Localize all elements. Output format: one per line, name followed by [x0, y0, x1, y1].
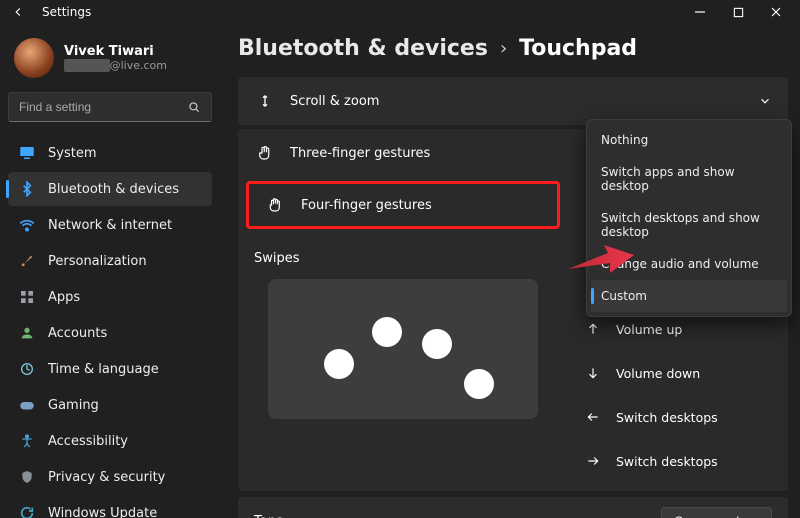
bluetooth-icon [18, 180, 36, 198]
sidebar-item-label: Accounts [48, 326, 107, 341]
action-label: Volume up [616, 322, 682, 337]
search-icon [187, 100, 201, 114]
settings-window: Settings Vivek Tiwari xxxxxxx@live.com [0, 0, 800, 518]
apps-icon [18, 288, 36, 306]
update-icon [18, 504, 36, 518]
gesture-section: Three-finger gestures Four-finger gestur… [238, 129, 788, 491]
hand-four-icon [265, 194, 287, 216]
breadcrumb-parent[interactable]: Bluetooth & devices [238, 36, 488, 61]
sidebar-item-accessibility[interactable]: Accessibility [8, 424, 212, 458]
taps-row: Taps Open search [238, 497, 788, 518]
sidebar-item-system[interactable]: System [8, 136, 212, 170]
sidebar-item-label: Gaming [48, 398, 99, 413]
minimize-button[interactable] [694, 6, 706, 18]
sidebar-item-apps[interactable]: Apps [8, 280, 212, 314]
sidebar-item-label: System [48, 146, 96, 161]
person-icon [18, 324, 36, 342]
swipe-actions-list: Volume up Volume down Switch desktops [568, 309, 788, 481]
sidebar-item-bluetooth[interactable]: Bluetooth & devices [8, 172, 212, 206]
dropdown-item-nothing[interactable]: Nothing [591, 124, 787, 156]
sidebar-item-label: Accessibility [48, 434, 128, 449]
dropdown-item-custom[interactable]: Custom [591, 280, 787, 312]
swipes-dropdown[interactable]: Nothing Switch apps and show desktop Swi… [586, 119, 792, 317]
scroll-zoom-card[interactable]: Scroll & zoom [238, 77, 788, 125]
sidebar-item-gaming[interactable]: Gaming [8, 388, 212, 422]
sidebar-item-network[interactable]: Network & internet [8, 208, 212, 242]
sidebar-item-accounts[interactable]: Accounts [8, 316, 212, 350]
arrow-left-icon [584, 408, 602, 426]
window-controls [694, 6, 794, 18]
clock-globe-icon [18, 360, 36, 378]
action-label: Switch desktops [616, 454, 718, 469]
search-input-container[interactable] [8, 92, 212, 122]
sidebar-item-label: Privacy & security [48, 470, 165, 485]
taps-select-value: Open search [674, 514, 743, 518]
close-button[interactable] [770, 6, 782, 18]
action-switch-left[interactable]: Switch desktops [572, 397, 784, 437]
breadcrumb-current: Touchpad [519, 36, 637, 61]
sidebar-item-windows-update[interactable]: Windows Update [8, 496, 212, 518]
touchpad-preview [268, 279, 538, 419]
sidebar-item-label: Time & language [48, 362, 159, 377]
sidebar-item-label: Personalization [48, 254, 147, 269]
row-label: Three-finger gestures [290, 146, 552, 161]
profile-name: Vivek Tiwari [64, 44, 167, 59]
shield-icon [18, 468, 36, 486]
accessibility-icon [18, 432, 36, 450]
dropdown-item-switch-apps[interactable]: Switch apps and show desktop [591, 156, 787, 202]
row-label: Scroll & zoom [290, 94, 758, 109]
back-button[interactable] [6, 0, 30, 24]
profile-email: xxxxxxx@live.com [64, 59, 167, 72]
scroll-zoom-icon [254, 90, 276, 112]
monitor-icon [18, 144, 36, 162]
sidebar-item-label: Apps [48, 290, 80, 305]
sidebar-items: System Bluetooth & devices Network & int… [8, 136, 212, 518]
maximize-button[interactable] [732, 6, 744, 18]
three-finger-row[interactable]: Three-finger gestures [238, 129, 568, 177]
action-label: Volume down [616, 366, 700, 381]
four-finger-row[interactable]: Four-finger gestures [246, 181, 560, 229]
search-input[interactable] [19, 100, 187, 114]
arrow-up-icon [584, 320, 602, 338]
chevron-down-icon [758, 94, 772, 108]
avatar [14, 38, 54, 78]
sidebar: Vivek Tiwari xxxxxxx@live.com System Blu… [0, 24, 220, 518]
action-volume-down[interactable]: Volume down [572, 353, 784, 393]
titlebar: Settings [0, 0, 800, 24]
arrow-down-icon [584, 364, 602, 382]
sidebar-item-time-language[interactable]: Time & language [8, 352, 212, 386]
chevron-right-icon: › [500, 38, 507, 59]
sidebar-item-label: Network & internet [48, 218, 172, 233]
action-label: Switch desktops [616, 410, 718, 425]
sidebar-item-privacy[interactable]: Privacy & security [8, 460, 212, 494]
sidebar-item-personalization[interactable]: Personalization [8, 244, 212, 278]
action-switch-right[interactable]: Switch desktops [572, 441, 784, 481]
gamepad-icon [18, 396, 36, 414]
wifi-icon [18, 216, 36, 234]
main-layout: Vivek Tiwari xxxxxxx@live.com System Blu… [0, 24, 800, 518]
annotation-arrow-icon [566, 241, 636, 281]
paintbrush-icon [18, 252, 36, 270]
breadcrumb: Bluetooth & devices › Touchpad [238, 30, 788, 77]
row-label: Four-finger gestures [301, 198, 541, 213]
taps-select[interactable]: Open search [661, 507, 772, 518]
profile-block[interactable]: Vivek Tiwari xxxxxxx@live.com [8, 30, 212, 92]
app-title: Settings [42, 5, 91, 19]
sidebar-item-label: Windows Update [48, 506, 157, 518]
taps-label: Taps [254, 514, 283, 518]
sidebar-item-label: Bluetooth & devices [48, 182, 179, 197]
arrow-right-icon [584, 452, 602, 470]
swipes-label: Swipes [254, 251, 552, 266]
content-area: Bluetooth & devices › Touchpad Scroll & … [220, 24, 800, 518]
hand-three-icon [254, 142, 276, 164]
